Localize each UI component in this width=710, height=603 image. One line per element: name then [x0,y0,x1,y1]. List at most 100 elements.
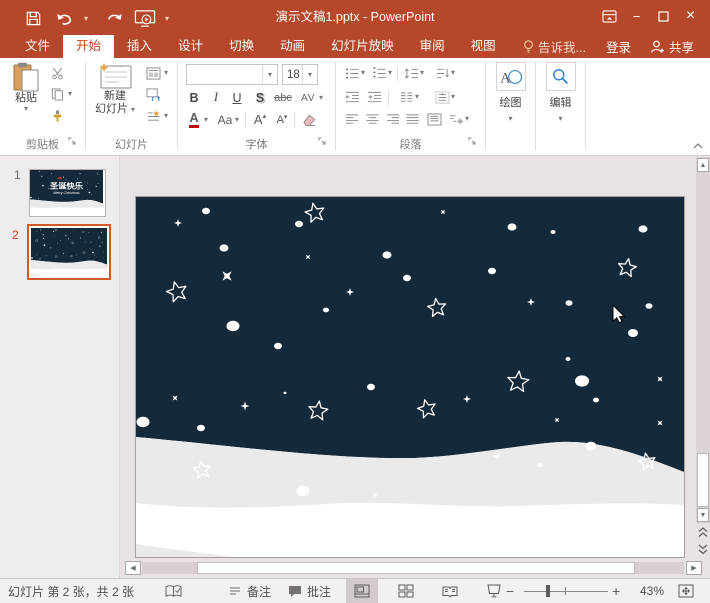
align-center-button[interactable] [362,110,382,129]
share-button[interactable]: 共享 [641,37,702,56]
text-direction-button[interactable] [432,64,452,83]
increase-font-size-button[interactable]: A▴ [250,110,270,129]
spell-check-button[interactable] [165,579,182,603]
section-button[interactable] [143,107,163,126]
line-spacing-dropdown[interactable]: ▾ [420,69,424,77]
font-name-combobox[interactable]: ▾ [186,64,278,85]
horizontal-scrollbar-track[interactable] [142,562,684,574]
align-text-dropdown[interactable]: ▾ [451,93,455,101]
tab-transitions[interactable]: 切换 [216,35,267,58]
vertical-scrollbar[interactable]: ▲ ▼ [696,157,710,557]
clipboard-dialog-launcher[interactable] [68,137,80,149]
align-left-button[interactable] [342,110,362,129]
close-button[interactable]: × [677,2,704,30]
strikethrough-button[interactable]: abc [273,88,293,107]
increase-indent-button[interactable] [364,88,384,107]
section-dropdown[interactable]: ▾ [164,112,168,120]
comments-button[interactable]: 批注 [288,579,331,603]
align-right-button[interactable] [382,110,402,129]
clear-formatting-button[interactable] [299,110,319,129]
decrease-font-size-button[interactable]: A▾ [272,110,292,129]
save-button[interactable] [22,7,44,29]
paragraph-dialog-launcher[interactable] [468,137,480,149]
start-slideshow-button[interactable] [134,7,156,29]
reading-view-button[interactable] [434,579,466,603]
character-spacing-button[interactable]: AV [298,88,318,107]
tab-animations[interactable]: 动画 [267,35,318,58]
font-dialog-launcher[interactable] [318,137,330,149]
underline-button[interactable]: U [227,88,247,107]
zoom-slider-thumb[interactable] [546,585,550,597]
decrease-indent-button[interactable] [342,88,362,107]
copy-button[interactable] [47,85,67,104]
tab-home[interactable]: 开始 [63,35,114,58]
distribute-columns-button[interactable] [424,110,444,129]
change-case-button[interactable]: Aa [215,110,235,129]
slide-2-thumbnail-selected[interactable] [27,224,111,280]
columns-dropdown[interactable]: ▾ [415,93,419,101]
smartart-dropdown[interactable]: ▾ [465,115,469,123]
drawing-group-button[interactable]: A 绘图 ▾ [488,62,533,123]
zoom-slider-track[interactable] [524,591,608,593]
previous-slide-button[interactable] [697,525,709,540]
maximize-button[interactable] [650,2,677,30]
font-color-button[interactable]: A [184,110,204,129]
scroll-down-button[interactable]: ▼ [697,508,709,522]
change-case-dropdown[interactable]: ▾ [235,116,239,124]
tab-review[interactable]: 审阅 [407,35,458,58]
font-size-combobox[interactable]: 18 ▾ [282,64,318,85]
text-shadow-button[interactable]: S [250,88,270,107]
current-slide[interactable] [136,197,684,557]
tell-me-box[interactable]: 告诉我... [513,37,596,56]
character-spacing-dropdown[interactable]: ▾ [319,94,323,102]
horizontal-scrollbar-thumb[interactable] [197,562,635,574]
tab-view[interactable]: 视图 [458,35,509,58]
undo-button[interactable] [53,7,75,29]
layout-button[interactable] [143,64,163,83]
font-name-dropdown[interactable]: ▾ [262,65,277,84]
editing-group-button[interactable]: 编辑 ▾ [538,62,583,123]
align-text-button[interactable] [432,88,452,107]
notes-button[interactable]: 备注 [228,579,271,603]
new-slide-button[interactable]: 新建 幻灯片 ▾ [91,62,139,116]
collapse-ribbon-button[interactable] [691,140,705,152]
numbering-dropdown[interactable]: ▾ [388,69,392,77]
minimize-button[interactable]: − [623,2,650,30]
tab-design[interactable]: 设计 [165,35,216,58]
redo-button[interactable] [103,7,125,29]
horizontal-scrollbar[interactable]: ◀ ▶ [120,558,710,577]
zoom-out-button[interactable]: − [506,579,514,603]
cut-button[interactable] [47,64,67,83]
slide-sorter-view-button[interactable] [390,579,422,603]
layout-dropdown[interactable]: ▾ [164,69,168,77]
slide-1-thumbnail[interactable]: 圣诞快乐 Merry Christmas [30,170,105,216]
fit-slide-to-window-button[interactable] [678,579,694,603]
normal-view-button[interactable] [346,579,378,603]
bold-button[interactable]: B [184,88,204,107]
ribbon-display-options-button[interactable] [596,2,623,30]
bullets-dropdown[interactable]: ▾ [361,69,365,77]
bullets-button[interactable] [342,64,362,83]
columns-button[interactable] [396,88,416,107]
tab-insert[interactable]: 插入 [114,35,165,58]
line-spacing-button[interactable] [401,64,421,83]
paste-button[interactable]: 粘贴 ▾ [8,62,44,113]
tab-slideshow[interactable]: 幻灯片放映 [318,35,407,58]
justify-button[interactable] [402,110,422,129]
scroll-left-button[interactable]: ◀ [125,561,141,575]
zoom-level[interactable]: 43% [630,579,664,603]
undo-dropdown[interactable]: ▾ [84,14,94,23]
scroll-right-button[interactable]: ▶ [686,561,702,575]
vertical-scrollbar-thumb[interactable] [697,453,709,507]
customize-qat-dropdown[interactable]: ▾ [165,14,175,23]
numbering-button[interactable] [369,64,389,83]
format-painter-button[interactable] [47,107,67,126]
font-size-dropdown[interactable]: ▾ [302,65,317,84]
zoom-in-button[interactable]: + [612,579,620,603]
next-slide-button[interactable] [697,542,709,557]
text-direction-dropdown[interactable]: ▾ [451,69,455,77]
slide-editing-canvas[interactable] [120,156,696,558]
tab-file[interactable]: 文件 [12,35,63,58]
font-color-dropdown[interactable]: ▾ [204,116,208,124]
sign-in-button[interactable]: 登录 [596,37,641,56]
